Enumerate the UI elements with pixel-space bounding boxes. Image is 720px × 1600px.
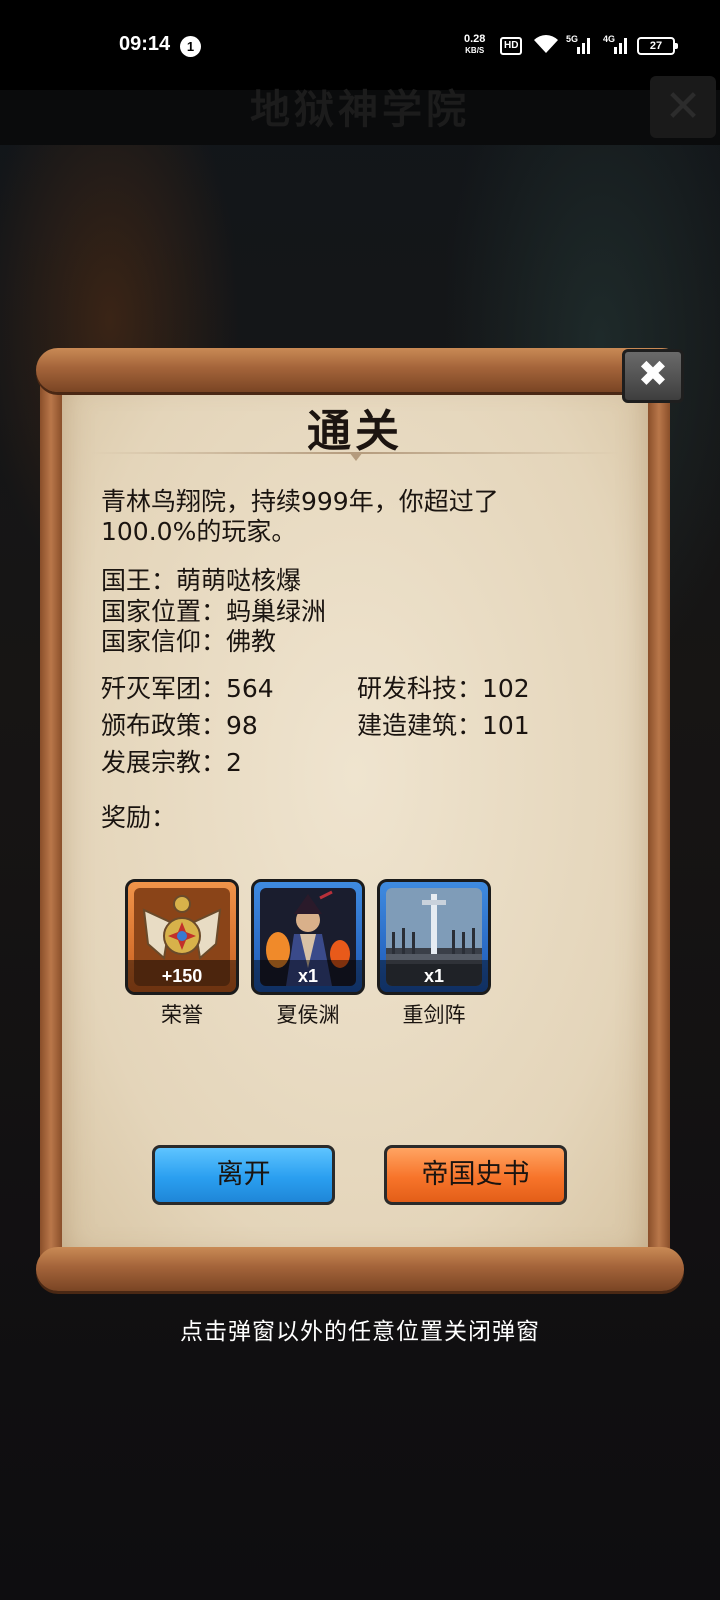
summary-text: 青林鸟翔院，持续999年，你超过了100.0%的玩家。 [101,487,499,546]
reward-name: 重剑阵 [402,1003,466,1027]
stat-tech-researched: 研发科技：102 [357,674,530,703]
reward-card-formation[interactable]: x1 [377,879,491,995]
reward-name: 夏侯渊 [276,1003,340,1027]
country-location: 国家位置：蚂巢绿洲 [101,597,327,626]
stat-armies-destroyed: 歼灭军团：564 [101,674,274,703]
stat-buildings-built: 建造建筑：101 [357,711,530,740]
leave-button[interactable]: 离开 [152,1145,335,1205]
battery-icon: 27 [637,37,678,55]
reward-name: 荣誉 [161,1003,203,1027]
signal-5g-icon: 5G [566,34,590,54]
svg-text:4G: 4G [603,34,615,44]
reward-qty: x1 [380,960,488,992]
dialog-title: 通关 [307,406,403,457]
reward-qty: x1 [254,960,362,992]
game-close-icon: ✕ [650,76,716,138]
wifi-icon [534,35,558,53]
signal-4g-icon: 4G [603,34,627,54]
scroll-edge-right [648,380,670,1260]
reward-qty: +150 [128,960,236,992]
svg-text:5G: 5G [566,34,578,44]
stat-religions-developed: 发展宗教：2 [101,748,242,777]
empire-history-button[interactable]: 帝国史书 [384,1145,567,1205]
scroll-rod-bottom [36,1247,684,1291]
reward-card-general[interactable]: x1 [251,879,365,995]
network-speed-unit: KB/S [465,46,485,55]
stat-policies-issued: 颁布政策：98 [101,711,258,740]
network-speed-value: 0.28 [464,33,486,45]
dismiss-hint: 点击弹窗以外的任意位置关闭弹窗 [180,1319,540,1345]
scroll-edge-left [40,380,62,1260]
scroll-rod-top [36,348,684,392]
game-title: 地狱神学院 [250,87,470,133]
country-faith: 国家信仰：佛教 [101,627,277,656]
reward-card-honor[interactable]: +150 [125,879,239,995]
title-divider-mark [349,452,363,461]
network-speed: 0.28 KB/S [464,34,485,56]
status-bar: 09:14 1 0.28 KB/S HD 5G 4G 27 [0,0,720,90]
notification-badge: 1 [180,36,201,57]
king-name: 国王：萌萌哒核爆 [101,566,302,595]
hd-voice-icon: HD [500,37,523,55]
rewards-label: 奖励： [101,803,177,832]
close-icon: ✖ [637,354,669,395]
clock: 09:14 [119,33,171,55]
